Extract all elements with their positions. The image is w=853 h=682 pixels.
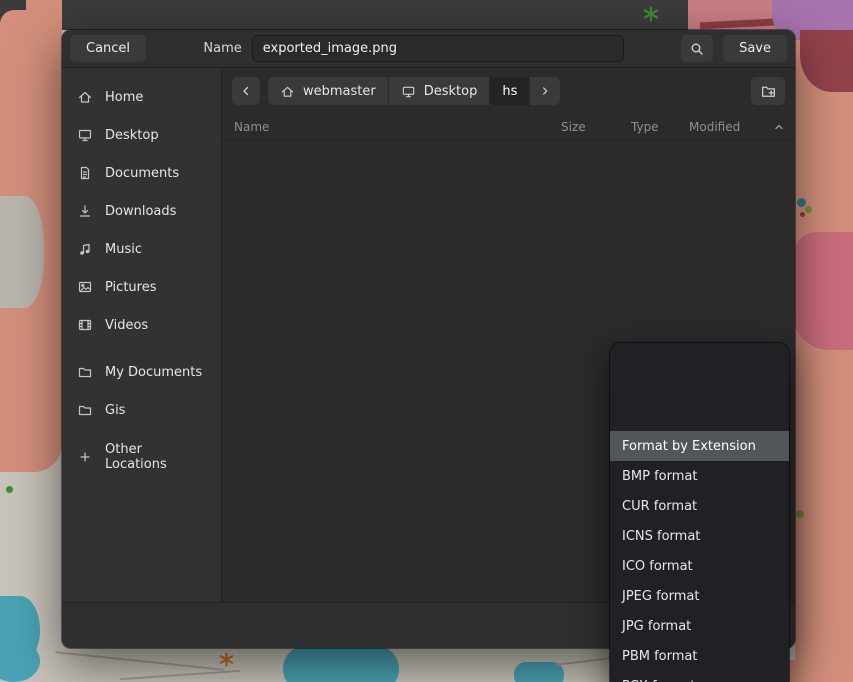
map-region [6, 486, 13, 493]
sidebar-item-label: Pictures [105, 280, 156, 295]
sidebar-item-label: Videos [105, 318, 148, 333]
filetype-popup-blank-area [610, 343, 789, 431]
save-button[interactable]: Save [723, 35, 787, 62]
plus-icon [77, 449, 93, 465]
column-header-label: Modified [689, 120, 740, 134]
map-region [800, 212, 805, 217]
crumb-label: hs [502, 84, 517, 99]
sidebar-item-home[interactable]: Home [62, 78, 221, 116]
picture-icon [77, 279, 93, 295]
filetype-option-jpeg[interactable]: JPEG format [610, 581, 789, 611]
sidebar-item-music[interactable]: Music [62, 230, 221, 268]
new-folder-icon [760, 83, 777, 100]
crumb-label: Desktop [424, 84, 478, 99]
dialog-headerbar: Cancel Name Save [62, 30, 795, 68]
sidebar-item-label: Music [105, 242, 142, 257]
crumb-hs[interactable]: hs [490, 77, 529, 105]
search-button[interactable] [681, 35, 713, 62]
sidebar-item-label: Home [105, 90, 143, 105]
desktop-icon [401, 84, 416, 99]
filetype-popup: Format by Extension BMP format CUR forma… [610, 343, 789, 682]
filetype-option-pcx[interactable]: PCX format [610, 671, 789, 682]
folder-icon [77, 402, 93, 418]
crumb-label: webmaster [303, 84, 376, 99]
crumb-desktop[interactable]: Desktop [389, 77, 490, 105]
crumb-expander[interactable] [530, 77, 560, 105]
map-region [795, 20, 853, 682]
map-green-asterisk-icon [643, 6, 659, 22]
sidebar-item-label: Desktop [105, 128, 159, 143]
sidebar-item-label: Documents [105, 166, 179, 181]
map-region [797, 198, 806, 207]
map-region [283, 645, 399, 682]
sidebar-separator [62, 429, 221, 438]
list-column-headers: Name Size Type Modified [222, 114, 795, 141]
sidebar-item-documents[interactable]: Documents [62, 154, 221, 192]
sidebar-item-label: Gis [105, 403, 125, 418]
sidebar-item-videos[interactable]: Videos [62, 306, 221, 344]
crumb-webmaster[interactable]: webmaster [268, 77, 388, 105]
sidebar-item-desktop[interactable]: Desktop [62, 116, 221, 154]
filetype-option-pbm[interactable]: PBM format [610, 641, 789, 671]
search-icon [689, 41, 705, 57]
map-region [793, 232, 853, 350]
sidebar-separator [62, 344, 221, 353]
column-header-type[interactable]: Type [631, 120, 689, 134]
filetype-option-bmp[interactable]: BMP format [610, 461, 789, 491]
map-orange-flower-icon [219, 652, 234, 667]
map-contour-line [55, 651, 224, 671]
filetype-option-ico[interactable]: ICO format [610, 551, 789, 581]
filetype-option-cur[interactable]: CUR format [610, 491, 789, 521]
column-header-modified[interactable]: Modified [689, 120, 789, 134]
cancel-button[interactable]: Cancel [70, 35, 146, 62]
map-region [0, 0, 795, 30]
filename-input[interactable] [252, 35, 624, 62]
home-icon [77, 89, 93, 105]
sidebar-item-label: Other Locations [105, 442, 206, 472]
sidebar-item-pictures[interactable]: Pictures [62, 268, 221, 306]
sidebar-item-other-locations[interactable]: Other Locations [62, 438, 221, 476]
sidebar-item-my-documents[interactable]: My Documents [62, 353, 221, 391]
document-icon [77, 165, 93, 181]
chevron-left-icon [238, 83, 254, 99]
sidebar-item-label: Downloads [105, 204, 176, 219]
sidebar-item-downloads[interactable]: Downloads [62, 192, 221, 230]
chevron-right-icon [538, 84, 552, 98]
map-region [805, 206, 812, 213]
breadcrumb: webmaster Desktop hs [268, 77, 560, 105]
desktop-icon [77, 127, 93, 143]
music-icon [77, 241, 93, 257]
download-icon [77, 203, 93, 219]
places-sidebar: Home Desktop Documents Downloads [62, 68, 222, 602]
video-icon [77, 317, 93, 333]
filetype-option-jpg[interactable]: JPG format [610, 611, 789, 641]
sort-ascending-icon [773, 121, 785, 133]
sidebar-item-label: My Documents [105, 365, 202, 380]
back-button[interactable] [232, 77, 260, 105]
sidebar-item-gis[interactable]: Gis [62, 391, 221, 429]
map-contour-line [120, 670, 240, 680]
name-label: Name [203, 41, 241, 56]
filetype-option-format-by-extension[interactable]: Format by Extension [610, 431, 789, 461]
folder-icon [77, 364, 93, 380]
path-bar: webmaster Desktop hs [222, 68, 795, 114]
filetype-option-icns[interactable]: ICNS format [610, 521, 789, 551]
new-folder-button[interactable] [751, 77, 785, 105]
home-icon [280, 84, 295, 99]
column-header-size[interactable]: Size [561, 120, 631, 134]
map-region [796, 510, 804, 518]
column-header-name[interactable]: Name [234, 120, 561, 134]
map-region [0, 196, 44, 308]
